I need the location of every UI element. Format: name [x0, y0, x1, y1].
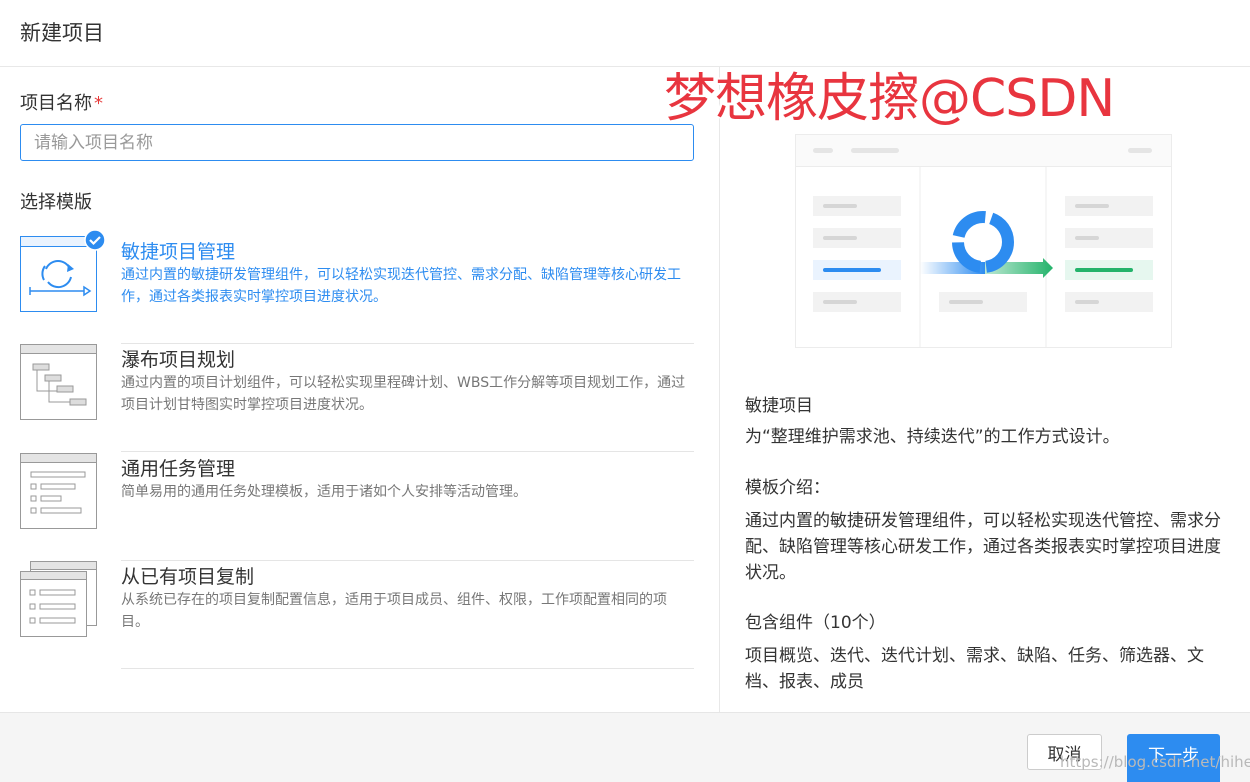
template-option-copy[interactable]: 从已有项目复制 从系统已存在的项目复制配置信息，适用于项目成员、组件、权限，工作…: [20, 561, 694, 669]
task-list-icon: [20, 453, 97, 529]
template-desc: 简单易用的通用任务处理模板，适用于诸如个人安排等活动管理。: [121, 484, 527, 500]
template-desc: 通过内置的敏捷研发管理组件，可以轻松实现迭代管控、需求分配、缺陷管理等核心研发工…: [121, 267, 681, 305]
watermark-text: 梦想橡皮擦@CSDN: [664, 69, 1115, 129]
project-name-label-text: 项目名称: [20, 93, 92, 114]
required-mark: *: [94, 93, 103, 114]
template-desc: 通过内置的项目计划组件，可以轻松实现里程碑计划、WBS工作分解等项目规划工作，通…: [121, 375, 686, 413]
template-desc: 从系统已存在的项目复制配置信息，适用于项目成员、组件、权限，工作项配置相同的项目…: [121, 592, 667, 630]
template-option-waterfall[interactable]: 瀑布项目规划 通过内置的项目计划组件，可以轻松实现里程碑计划、WBS工作分解等项…: [20, 344, 694, 452]
template-section-label: 选择模版: [20, 192, 92, 213]
left-pane: 项目名称* 选择模版 敏捷项目管理 通过内置的敏捷研发管理组件，可以轻松实现迭代…: [0, 67, 719, 712]
template-intro-text: 通过内置的敏捷研发管理组件，可以轻松实现迭代管控、需求分配、缺陷管理等核心研发工…: [745, 511, 1221, 583]
components-label: 包含组件（10个）: [745, 613, 886, 633]
project-name-label: 项目名称 *: [20, 89, 103, 115]
selected-check-icon: [84, 229, 106, 251]
gantt-icon: [20, 344, 97, 420]
template-option-task[interactable]: 通用任务管理 简单易用的通用任务处理模板，适用于诸如个人安排等活动管理。: [20, 453, 694, 561]
template-detail-pane: 敏捷项目 为“整理维护需求池、持续迭代”的工作方式设计。 模板介绍： 通过内置的…: [719, 67, 1250, 712]
template-title: 敏捷项目管理: [121, 241, 236, 263]
project-name-input[interactable]: [20, 124, 694, 161]
template-title: 通用任务管理: [121, 458, 236, 480]
template-type-name: 敏捷项目: [745, 396, 813, 416]
divider: [121, 451, 694, 452]
components-text: 项目概览、迭代、迭代计划、需求、缺陷、任务、筛选器、文档、报表、成员: [745, 646, 1204, 692]
footer-watermark: https://blog.csdn.net/hihell: [1060, 753, 1250, 771]
divider: [121, 668, 694, 669]
copy-project-icon: [20, 561, 97, 637]
template-type-desc: 为“整理维护需求池、持续迭代”的工作方式设计。: [745, 427, 1120, 447]
template-title: 瀑布项目规划: [121, 349, 236, 371]
template-intro-label: 模板介绍：: [745, 478, 830, 498]
dialog-footer: 取消 下一步 https://blog.csdn.net/hihell: [0, 712, 1250, 782]
template-option-agile[interactable]: 敏捷项目管理 通过内置的敏捷研发管理组件，可以轻松实现迭代管控、需求分配、缺陷管…: [20, 229, 694, 344]
template-title: 从已有项目复制: [121, 566, 255, 588]
dialog-title: 新建项目: [20, 21, 104, 45]
template-preview-illustration: [795, 134, 1172, 348]
